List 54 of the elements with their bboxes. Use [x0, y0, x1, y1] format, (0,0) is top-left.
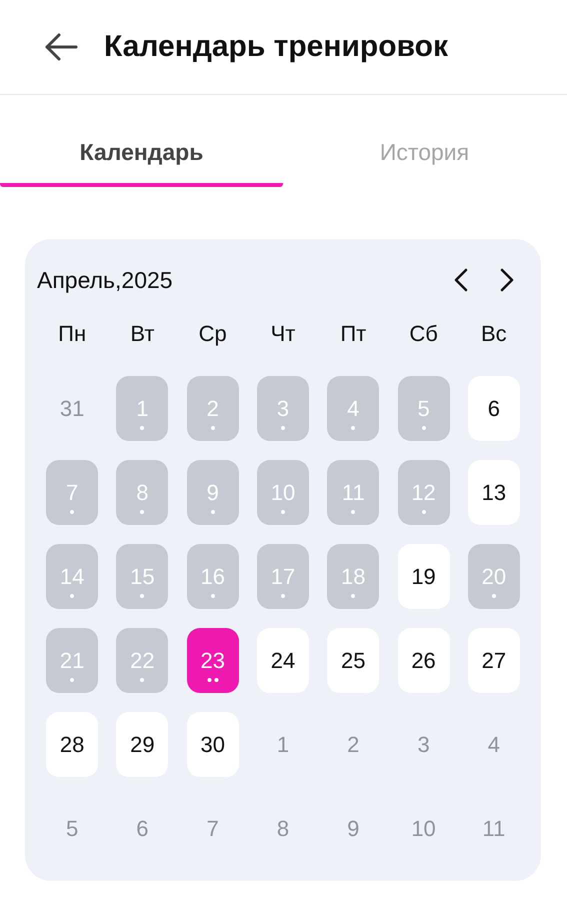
calendar-day[interactable]: 5	[398, 376, 450, 441]
calendar-day[interactable]: 6	[468, 376, 520, 441]
calendar-day[interactable]: 11	[468, 796, 520, 861]
calendar-day[interactable]: 15	[116, 544, 168, 609]
calendar-day[interactable]: 18	[327, 544, 380, 609]
back-arrow-icon[interactable]	[44, 33, 78, 61]
weekday-label: Чт	[270, 321, 296, 348]
calendar-day[interactable]: 11	[327, 460, 380, 525]
calendar-day[interactable]: 29	[116, 712, 168, 777]
calendar-day[interactable]: 12	[398, 460, 450, 525]
calendar-day[interactable]: 27	[468, 628, 520, 693]
calendar-day[interactable]: 13	[468, 460, 520, 525]
calendar-day[interactable]: 19	[398, 544, 450, 609]
weekday-label: Пн	[58, 321, 86, 348]
weekday-label: Пт	[340, 321, 366, 348]
calendar-day[interactable]: 3	[256, 376, 309, 441]
calendar-day[interactable]: 2	[186, 376, 239, 441]
page-title: Календарь тренировок	[104, 30, 448, 64]
calendar-day[interactable]: 9	[186, 460, 239, 525]
calendar-day[interactable]: 14	[46, 544, 98, 609]
calendar-day[interactable]: 20	[468, 544, 520, 609]
tab[interactable]: Календарь	[0, 125, 283, 187]
calendar-day[interactable]: 8	[256, 796, 309, 861]
calendar-day[interactable]: 8	[116, 460, 168, 525]
weekday-label: Сб	[409, 321, 438, 348]
calendar-day[interactable]: 17	[256, 544, 309, 609]
calendar-day[interactable]: 9	[327, 796, 380, 861]
calendar-day[interactable]: 7	[46, 460, 98, 525]
weekday-label: Вс	[481, 321, 507, 348]
calendar-day[interactable]: 4	[327, 376, 380, 441]
tab[interactable]: История	[283, 125, 566, 187]
calendar-day[interactable]: 10	[256, 460, 309, 525]
calendar-day[interactable]: 24	[256, 628, 309, 693]
calendar-day[interactable]: 22	[116, 628, 168, 693]
calendar-day[interactable]: 21	[46, 628, 98, 693]
calendar-day[interactable]: 28	[46, 712, 98, 777]
calendar-day[interactable]: 30	[186, 712, 239, 777]
calendar-day[interactable]: 16	[186, 544, 239, 609]
calendar-day[interactable]: 6	[116, 796, 168, 861]
calendar-day[interactable]: 23	[186, 628, 239, 693]
weekday-label: Ср	[198, 321, 227, 348]
calendar-day[interactable]: 5	[46, 796, 98, 861]
calendar-day[interactable]: 1	[116, 376, 168, 441]
calendar-day[interactable]: 25	[327, 628, 380, 693]
calendar-day[interactable]: 31	[46, 376, 98, 441]
calendar-day[interactable]: 2	[327, 712, 380, 777]
month-label: Апрель,2025	[37, 266, 173, 294]
calendar-day[interactable]: 1	[256, 712, 309, 777]
weekday-label: Вт	[130, 321, 154, 348]
calendar-day[interactable]: 10	[398, 796, 450, 861]
calendar-day[interactable]: 3	[398, 712, 450, 777]
calendar-day[interactable]: 4	[468, 712, 520, 777]
calendar-day[interactable]: 7	[186, 796, 239, 861]
calendar-day[interactable]: 26	[398, 628, 450, 693]
